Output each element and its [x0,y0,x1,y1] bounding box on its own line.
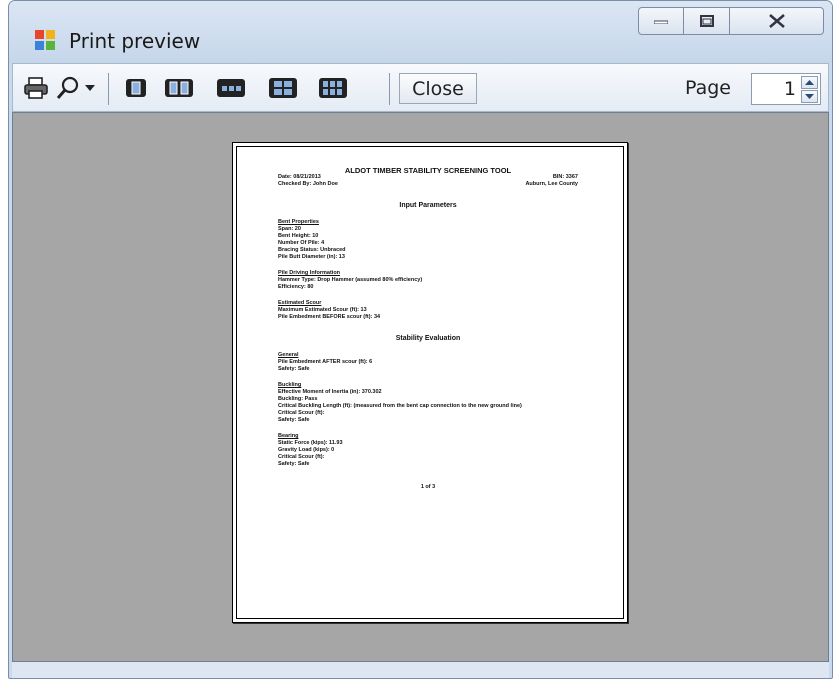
section-title: Buckling [278,382,302,388]
two-pages-button[interactable] [163,73,195,103]
doc-meta-row: Date: 08/21/2013 BIN: 3367 [278,174,578,181]
doc-line: Safety: Safe [278,417,310,423]
doc-line: Critical Buckling Length (ft): (measured… [278,403,522,409]
doc-line: Safety: Safe [278,461,310,467]
two-pages-icon [165,79,193,97]
doc-line: Pile Butt Diameter (in): 13 [278,254,345,260]
close-x-icon [768,14,785,28]
section-title: General [278,352,299,358]
doc-line: Bracing Status: Unbraced [278,247,346,253]
title-bar[interactable]: Print preview [9,1,832,63]
zoom-dropdown[interactable] [83,73,97,103]
one-page-icon [126,79,146,97]
doc-line: Static Force (kips): 11.93 [278,440,343,446]
document-content: ALDOT TIMBER STABILITY SCREENING TOOL Da… [278,165,578,491]
section-title: Estimated Scour [278,300,322,306]
zoom-button[interactable] [55,73,81,103]
doc-line: Maximum Estimated Scour (ft): 13 [278,307,367,313]
chevron-down-icon [805,94,814,99]
six-pages-button[interactable] [317,73,349,103]
input-heading: Input Parameters [399,202,457,209]
restore-icon [699,15,714,27]
doc-date: Date: 08/21/2013 [278,174,321,180]
doc-line: Safety: Safe [278,366,310,372]
six-pages-icon [319,78,347,98]
four-pages-icon [269,78,297,98]
page-number-stepper[interactable]: 1 [751,73,821,105]
stability-heading: Stability Evaluation [395,335,461,342]
three-pages-icon [217,79,245,97]
toolbar: Close Page 1 [12,63,829,112]
minimize-button[interactable] [638,7,684,35]
preview-page: ALDOT TIMBER STABILITY SCREENING TOOL Da… [232,142,628,623]
minimize-icon [654,20,668,24]
app-icon [35,30,55,50]
toolbar-separator [389,73,390,105]
doc-line: Bent Height: 10 [278,233,319,239]
three-pages-button[interactable] [215,73,247,103]
print-preview-window: Print preview Close Page 1 ALDOT TIMBER … [8,0,833,679]
doc-line: Pile Embedment BEFORE scour (ft): 34 [278,314,381,320]
doc-bin: BIN: 3367 [552,174,578,180]
doc-line: Buckling: Pass [278,396,318,402]
doc-checked-by: Checked By: John Doe [278,181,338,187]
page-down-button[interactable] [801,90,818,103]
chevron-down-icon [85,85,95,91]
printer-icon [24,77,48,99]
doc-line: Effective Moment of Inertia (in): 370.30… [278,389,382,395]
caption-buttons [638,7,824,35]
window-bottom-frame [12,662,829,678]
four-pages-button[interactable] [267,73,299,103]
toolbar-separator [108,73,109,105]
doc-line: Critical Scour (ft): [278,454,325,460]
page-number-value[interactable]: 1 [784,78,796,100]
doc-location: Auburn, Lee County [525,181,578,187]
doc-line: Span: 20 [278,226,301,232]
page-up-button[interactable] [801,76,818,89]
doc-line: Efficiency: 80 [278,284,314,290]
section-title: Pile Driving Information [278,270,341,276]
doc-line: Hammer Type: Drop Hammer (assumed 80% ef… [278,277,423,283]
doc-line: Critical Scour (ft): [278,410,325,416]
page-footer: 1 of 3 [420,484,436,490]
section-title: Bearing [278,433,299,439]
print-button[interactable] [23,73,49,103]
doc-title: ALDOT TIMBER STABILITY SCREENING TOOL [344,166,512,175]
close-preview-button[interactable]: Close [399,73,477,104]
doc-meta-row: Checked By: John Doe Auburn, Lee County [278,181,578,188]
section-title: Bent Properties [278,219,319,225]
window-close-button[interactable] [730,7,824,35]
doc-line: Gravity Load (kips): 0 [278,447,335,453]
one-page-button[interactable] [123,73,149,103]
doc-line: Pile Embedment AFTER scour (ft): 6 [278,359,373,365]
preview-area[interactable]: ALDOT TIMBER STABILITY SCREENING TOOL Da… [12,112,829,662]
page-label: Page [685,77,731,99]
chevron-up-icon [805,80,814,85]
window-title: Print preview [69,29,201,53]
doc-line: Number Of Pile: 4 [278,240,325,246]
maximize-button[interactable] [684,7,730,35]
zoom-icon [56,76,79,99]
